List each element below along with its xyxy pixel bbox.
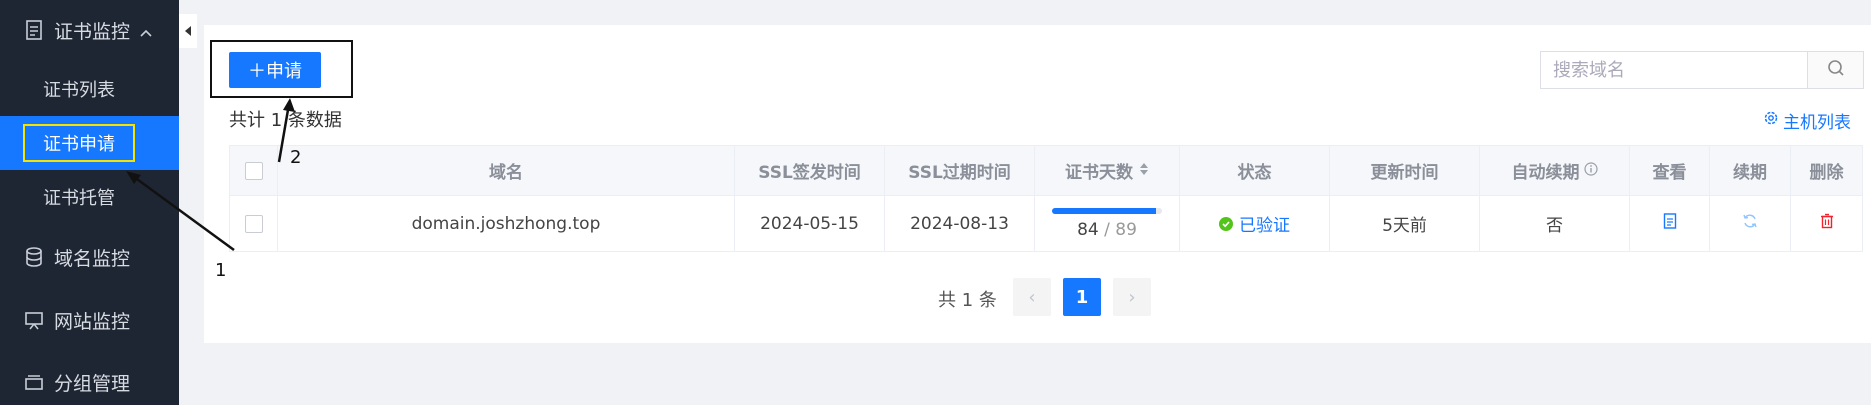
header-view: 查看 bbox=[1630, 146, 1710, 195]
header-renew: 续期 bbox=[1710, 146, 1791, 195]
sidebar-item-cert-apply[interactable]: 证书申请 bbox=[0, 116, 179, 170]
sidebar-item-label: 证书申请 bbox=[23, 124, 135, 162]
menu-group-manage[interactable]: 分组管理 bbox=[0, 357, 179, 405]
header-checkbox-cell bbox=[230, 146, 278, 195]
cell-status: 已验证 bbox=[1180, 196, 1330, 251]
status-badge: 已验证 bbox=[1219, 211, 1290, 236]
select-all-checkbox[interactable] bbox=[244, 161, 263, 180]
days-total: 89 bbox=[1115, 219, 1137, 240]
days-left: 84 bbox=[1077, 219, 1099, 240]
view-document-icon[interactable] bbox=[1663, 213, 1677, 234]
total-count-label: 共计 1 条数据 bbox=[229, 110, 342, 131]
row-checkbox[interactable] bbox=[244, 214, 263, 233]
cell-view bbox=[1630, 196, 1710, 251]
host-list-link[interactable]: 主机列表 bbox=[1763, 108, 1851, 133]
document-icon bbox=[24, 20, 44, 40]
sidebar-item-cert-hosting[interactable]: 证书托管 bbox=[0, 170, 179, 224]
header-delete: 删除 bbox=[1809, 163, 1844, 183]
menu-site-monitor-label: 网站监控 bbox=[54, 310, 131, 333]
menu-cert-monitor[interactable]: 证书监控 bbox=[0, 5, 179, 55]
annotation-number-1: 1 bbox=[215, 260, 227, 281]
layers-icon bbox=[24, 372, 44, 392]
sidebar-collapse-button[interactable] bbox=[179, 14, 197, 48]
header-expires: SSL过期时间 bbox=[885, 146, 1035, 195]
sidebar-item-label: 证书列表 bbox=[43, 80, 115, 101]
apply-button[interactable]: ＋申请 bbox=[229, 52, 321, 88]
cert-table: 域名 SSL签发时间 SSL过期时间 证书天数 状态 更新时间 自动续期 查看 … bbox=[229, 145, 1863, 252]
sidebar-item-cert-list[interactable]: 证书列表 bbox=[0, 62, 179, 116]
search-box bbox=[1540, 51, 1864, 89]
table-header: 域名 SSL签发时间 SSL过期时间 证书天数 状态 更新时间 自动续期 查看 … bbox=[230, 146, 1862, 195]
host-list-label: 主机列表 bbox=[1783, 113, 1851, 133]
header-updated: 更新时间 bbox=[1330, 146, 1480, 195]
check-circle-icon bbox=[1219, 216, 1233, 231]
cell-days: 84 / 89 bbox=[1035, 196, 1180, 251]
chevron-up-icon bbox=[139, 21, 153, 43]
days-separator: / bbox=[1098, 219, 1116, 240]
sidebar-item-label: 证书托管 bbox=[43, 188, 115, 209]
database-icon bbox=[24, 247, 44, 267]
info-icon bbox=[1583, 161, 1598, 181]
header-issued: SSL签发时间 bbox=[735, 146, 885, 195]
menu-group-manage-label: 分组管理 bbox=[54, 372, 131, 395]
days-progress-fill bbox=[1052, 207, 1156, 214]
search-icon bbox=[1827, 59, 1845, 81]
pagination-total: 共 1 条 bbox=[938, 290, 997, 311]
trash-icon[interactable] bbox=[1820, 213, 1834, 234]
row-checkbox-cell bbox=[230, 196, 278, 251]
header-auto-renew: 自动续期 bbox=[1480, 146, 1630, 195]
menu-site-monitor[interactable]: 网站监控 bbox=[0, 295, 179, 345]
header-auto-renew-label: 自动续期 bbox=[1511, 163, 1580, 183]
cell-renew bbox=[1710, 196, 1791, 251]
status-label: 已验证 bbox=[1239, 216, 1290, 236]
cell-delete bbox=[1791, 196, 1862, 251]
menu-domain-monitor-label: 域名监控 bbox=[54, 247, 131, 270]
gear-icon bbox=[1763, 110, 1779, 131]
table-row: domain.joshzhong.top 2024-05-15 2024-08-… bbox=[230, 195, 1862, 251]
header-status: 状态 bbox=[1180, 146, 1330, 195]
cell-domain: domain.joshzhong.top bbox=[278, 196, 735, 251]
monitor-icon bbox=[24, 310, 44, 330]
pagination-prev-button[interactable]: ‹ bbox=[1013, 278, 1051, 316]
cell-updated: 5天前 bbox=[1330, 196, 1480, 251]
menu-domain-monitor[interactable]: 域名监控 bbox=[0, 232, 179, 282]
sort-icon bbox=[1139, 161, 1149, 181]
header-days[interactable]: 证书天数 bbox=[1035, 146, 1180, 195]
header-days-label: 证书天数 bbox=[1065, 163, 1133, 183]
caret-left-icon bbox=[184, 22, 192, 41]
sidebar: 证书监控 证书列表 证书申请 证书托管 域名监控 网站监控 分组管理 bbox=[0, 0, 179, 405]
pagination-page-1[interactable]: 1 bbox=[1063, 278, 1101, 316]
days-text: 84 / 89 bbox=[1077, 220, 1137, 240]
annotation-number-2: 2 bbox=[290, 147, 302, 168]
refresh-icon[interactable] bbox=[1742, 213, 1758, 234]
header-domain: 域名 bbox=[278, 146, 735, 195]
days-progress: 84 / 89 bbox=[1052, 207, 1162, 240]
cell-expires: 2024-08-13 bbox=[885, 196, 1035, 251]
cell-issued: 2024-05-15 bbox=[735, 196, 885, 251]
menu-cert-monitor-label: 证书监控 bbox=[54, 20, 131, 43]
pagination-next-button[interactable]: › bbox=[1113, 278, 1151, 316]
search-button[interactable] bbox=[1807, 52, 1863, 88]
search-input[interactable] bbox=[1541, 52, 1807, 88]
days-progress-bar bbox=[1052, 207, 1162, 214]
cell-auto-renew: 否 bbox=[1480, 196, 1630, 251]
